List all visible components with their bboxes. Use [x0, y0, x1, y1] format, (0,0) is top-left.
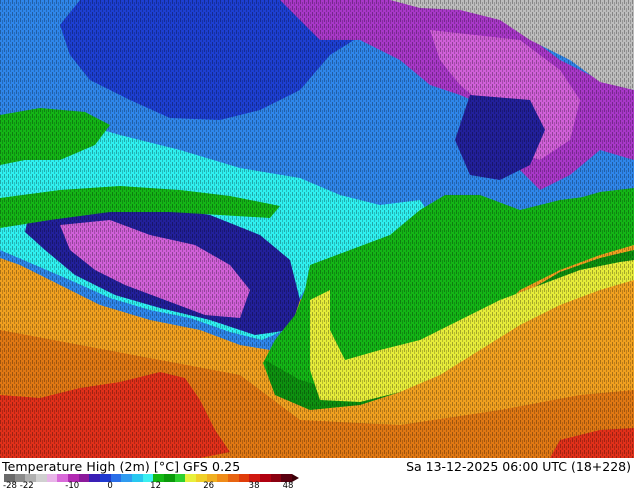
colorbar-segment: [132, 474, 143, 482]
colorbar-segment: [270, 474, 282, 482]
colorbar-segment: [89, 474, 101, 482]
colorbar-segment: [46, 474, 58, 482]
colorbar-segment: [174, 474, 186, 482]
colorbar-segment: [78, 474, 90, 482]
colorbar-segment: [121, 474, 133, 482]
temperature-map: [0, 0, 634, 458]
colorbar-segment: [185, 474, 197, 482]
model-label: GFS 0.25: [183, 459, 241, 474]
colorbar-segment: [36, 474, 47, 482]
colorbar-segment: [228, 474, 239, 482]
valid-time-label: Sa 13-12-2025 06:00 UTC (18+228): [406, 459, 631, 474]
map-footer: Temperature High (2m) [°C] GFS 0.25 Sa 13…: [0, 458, 634, 491]
contour-label-texture: [0, 0, 634, 458]
variable-label: Temperature High (2m) [°C]: [2, 459, 180, 474]
colorbar-segment: [217, 474, 229, 482]
colorbar-segment: [164, 474, 175, 482]
map-title: Temperature High (2m) [°C] GFS 0.25: [2, 459, 244, 474]
colorbar-segment: [260, 474, 271, 482]
